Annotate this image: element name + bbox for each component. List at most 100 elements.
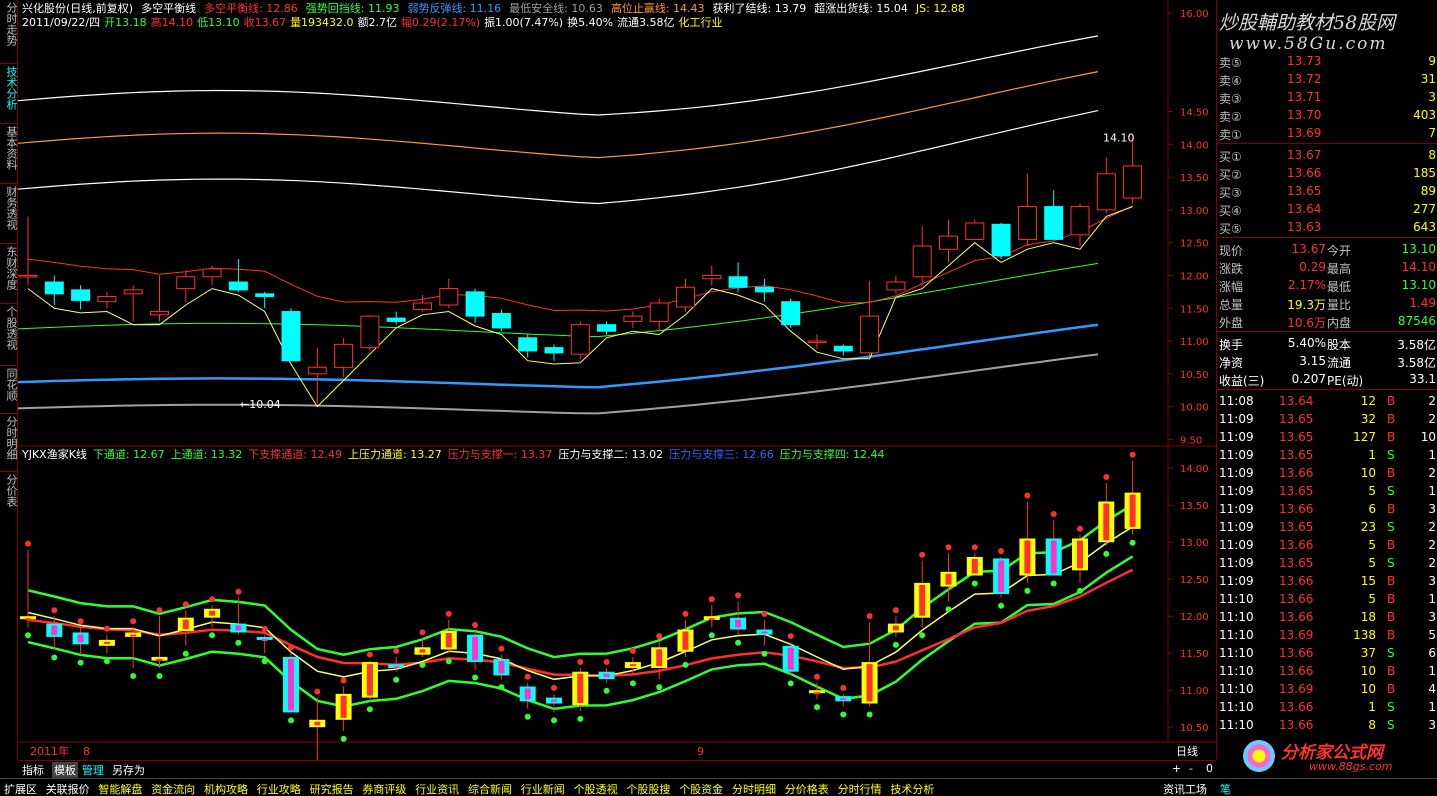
buy-row-1: 买② 13.66 185 xyxy=(1217,164,1437,182)
buy-price: 13.64 xyxy=(1287,202,1322,216)
function-item-4[interactable]: 机构攻略 xyxy=(204,781,248,796)
function-right-0[interactable]: 资讯工场 xyxy=(1163,781,1207,796)
support-dot xyxy=(603,687,610,694)
pressure-dot xyxy=(209,596,216,603)
left-tab-6[interactable]: 同花顺 xyxy=(1,368,18,401)
function-item-17[interactable]: 技术分析 xyxy=(890,781,934,796)
tick-side: S xyxy=(1387,448,1395,462)
sub-candle-core xyxy=(261,638,268,641)
period-label[interactable]: 日线 xyxy=(1176,745,1198,758)
sub-candle-core xyxy=(787,647,794,670)
function-item-3[interactable]: 资金流向 xyxy=(151,781,195,796)
candle-body xyxy=(465,291,485,317)
left-tab-7[interactable]: 分时明细 xyxy=(1,416,18,460)
function-right-1[interactable]: 笔 xyxy=(1220,781,1231,796)
support-dot xyxy=(393,676,400,683)
support-dot xyxy=(919,632,926,639)
function-item-11[interactable]: 个股透视 xyxy=(574,781,618,796)
zoom-control-0[interactable]: + xyxy=(1172,762,1181,775)
tick-time: 11:09 xyxy=(1219,448,1254,462)
header2-item-1: 开13.18 xyxy=(104,16,147,29)
tick-time: 11:10 xyxy=(1219,700,1254,714)
tick-side: B xyxy=(1387,682,1396,696)
zoom-control-1[interactable]: - xyxy=(1189,762,1193,775)
low-annotation: ←10.04 xyxy=(240,398,281,411)
tick-volume: 10 xyxy=(1360,664,1376,678)
pressure-dot xyxy=(524,673,531,680)
left-tab-1[interactable]: 技术分析 xyxy=(1,66,18,110)
axis-label-sub: 12.50 xyxy=(1180,575,1209,586)
function-item-8[interactable]: 行业资讯 xyxy=(415,781,459,796)
header3-item-1: 下通道: 12.67 xyxy=(92,448,165,461)
support-dot xyxy=(1103,550,1110,557)
header3-item-0: YJKX渔家K线 xyxy=(22,448,87,461)
function-item-14[interactable]: 分时明细 xyxy=(732,781,776,796)
function-item-16[interactable]: 分时行情 xyxy=(838,781,882,796)
tick-row-1: 11:09 13.65 32 B 2 xyxy=(1217,410,1437,428)
tick-row-15: 11:10 13.66 10 B 1 xyxy=(1217,662,1437,680)
candle-body xyxy=(307,366,327,375)
pressure-dot xyxy=(998,548,1005,554)
buy-volume: 8 xyxy=(1428,148,1436,162)
function-item-13[interactable]: 个股资金 xyxy=(679,781,723,796)
support-dot xyxy=(1024,587,1031,594)
function-item-5[interactable]: 行业攻略 xyxy=(257,781,301,796)
zoom-control-2[interactable]: 0 xyxy=(1206,762,1213,775)
pressure-dot xyxy=(761,610,768,617)
pressure-dot xyxy=(288,644,294,651)
sell-price: 13.70 xyxy=(1287,108,1322,122)
left-tab-5[interactable]: 个股透视 xyxy=(1,306,18,350)
tick-side: S xyxy=(1387,520,1395,534)
function-item-15[interactable]: 分价格表 xyxy=(785,781,829,796)
tick-price: 13.65 xyxy=(1279,412,1314,426)
axis-label-main: 13.00 xyxy=(1180,206,1209,217)
tick-time: 11:09 xyxy=(1219,520,1254,534)
left-tab-3[interactable]: 财务透视 xyxy=(1,186,18,230)
left-tab-2[interactable]: 基本资料 xyxy=(1,126,18,170)
function-item-1[interactable]: 关联报价 xyxy=(46,781,90,796)
axis-label-main: 14.50 xyxy=(1180,108,1209,119)
function-item-10[interactable]: 行业新闻 xyxy=(521,781,565,796)
support-dot xyxy=(498,684,505,691)
candle-body xyxy=(1044,206,1064,240)
function-item-9[interactable]: 综合新闻 xyxy=(468,781,512,796)
candle-body xyxy=(1017,206,1037,240)
sub-candle-core xyxy=(103,641,110,644)
tick-side: S xyxy=(1387,484,1395,498)
bottom-tab-1[interactable]: 模板 xyxy=(52,762,78,778)
quote-panel: 炒股輔助教材58股网 www.58Gu.com 卖⑤ 13.73 9 卖④ 13.72 31 卖… xyxy=(1216,0,1437,778)
candle-body xyxy=(781,301,801,326)
stat-label-right: 内盘 xyxy=(1327,316,1352,330)
left-tab-0[interactable]: 分时走势 xyxy=(1,2,18,46)
left-tab-8[interactable]: 分价表 xyxy=(1,474,18,507)
support-dot xyxy=(892,641,899,648)
bottom-tab-3[interactable]: 另存为 xyxy=(112,762,145,778)
axis-label-main: 13.50 xyxy=(1180,173,1209,184)
sub-candle-core xyxy=(419,649,426,653)
tick-volume: 6 xyxy=(1368,502,1376,516)
function-item-2[interactable]: 智能解盘 xyxy=(98,781,142,796)
support-dot xyxy=(261,658,268,665)
support-dot xyxy=(445,658,452,665)
tick-count: 2 xyxy=(1428,556,1436,570)
candle-body xyxy=(623,315,643,322)
candle-body xyxy=(597,324,617,332)
sub-candle-core xyxy=(629,664,636,667)
bottom-tab-0[interactable]: 指标 xyxy=(22,762,44,778)
bottom-tab-2[interactable]: 管理 xyxy=(82,762,104,778)
tick-time: 11:09 xyxy=(1219,412,1254,426)
function-item-7[interactable]: 券商评级 xyxy=(362,781,406,796)
header3-item-6: 压力与支撑二: 13.02 xyxy=(558,448,664,461)
pressure-dot xyxy=(77,618,84,625)
left-tab-4[interactable]: 东财深度 xyxy=(1,246,18,290)
buy-label: 买② xyxy=(1219,168,1242,182)
tick-side: B xyxy=(1387,610,1396,624)
tick-volume: 18 xyxy=(1360,610,1376,624)
axis-label-main: 11.50 xyxy=(1180,304,1209,315)
function-item-6[interactable]: 研究报告 xyxy=(310,781,354,796)
function-item-0[interactable]: 扩展区 xyxy=(4,781,37,796)
axis-month-2: 9 xyxy=(697,745,704,758)
function-item-12[interactable]: 个股股搜 xyxy=(626,781,670,796)
axis-label-main: 11.00 xyxy=(1180,337,1209,348)
candle-body xyxy=(518,337,538,352)
